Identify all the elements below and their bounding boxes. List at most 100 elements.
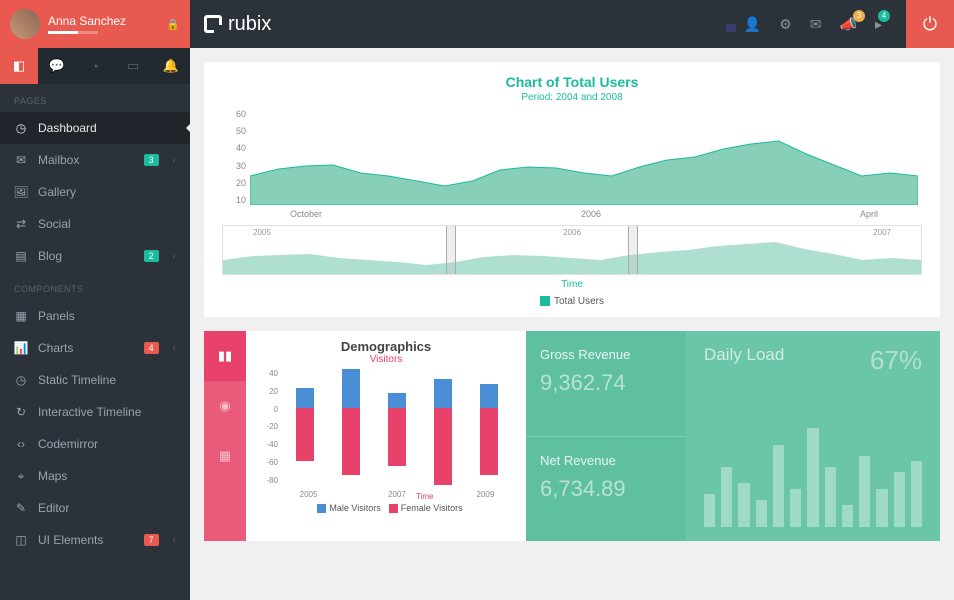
- sidebar-item-label: Charts: [38, 341, 73, 355]
- demo-x-axis: 200520072009: [282, 490, 512, 499]
- chevron-left-icon: ‹: [173, 343, 176, 354]
- dashboard-icon: ◷: [14, 121, 28, 135]
- user-icon[interactable]: 👤: [744, 16, 761, 33]
- sidebar-item-static-timeline[interactable]: ◷ Static Timeline: [0, 364, 190, 396]
- brand[interactable]: rubix: [204, 13, 271, 36]
- range-handle-left[interactable]: [446, 226, 456, 274]
- chevron-left-icon: ‹: [173, 155, 176, 166]
- sidebar-item-ui-elements[interactable]: ◫UI Elements7‹: [0, 524, 190, 556]
- rss-icon[interactable]: ▸4: [875, 16, 882, 33]
- pin-icon: ⌖: [14, 469, 28, 484]
- rev-label: Net Revenue: [540, 453, 672, 468]
- rev-label: Gross Revenue: [540, 347, 672, 362]
- sidebar: Anna Sanchez 🔒 ◧ 💬 ◔ ▭ 🔔 PAGES ◷ Dashboar…: [0, 0, 190, 600]
- sidebar-item-editor[interactable]: ✎ Editor: [0, 492, 190, 524]
- avatar[interactable]: [10, 9, 40, 39]
- sidebar-item-label: Interactive Timeline: [38, 405, 141, 419]
- rev-value: 9,362.74: [540, 370, 672, 396]
- area-chart[interactable]: 605040302010 October2006April: [222, 109, 922, 219]
- sidebar-item-label: Social: [38, 217, 71, 231]
- blog-icon: ▤: [14, 249, 28, 263]
- sidebar-item-charts[interactable]: 📊 Charts 4 ‹: [0, 332, 190, 364]
- sidebar-tab-archive-icon[interactable]: ▭: [114, 48, 152, 84]
- mini-labels: 200520062007: [223, 228, 921, 237]
- gallery-icon: 🖼: [14, 185, 28, 199]
- load-label: Daily Load: [704, 345, 784, 376]
- x-axis: October2006April: [250, 209, 918, 219]
- logo-icon: [204, 15, 222, 33]
- user-bar: Anna Sanchez 🔒: [0, 0, 190, 48]
- sidebar-item-codemirror[interactable]: ‹›Codemirror: [0, 428, 190, 460]
- clock-icon: ◷: [14, 373, 28, 387]
- sidebar-item-label: Mailbox: [38, 153, 79, 167]
- refresh-icon: ↻: [14, 405, 28, 419]
- user-progress: [48, 31, 98, 34]
- badge: 4: [144, 342, 159, 354]
- load-pct: 67%: [870, 345, 922, 376]
- main: rubix 👤 ⚙ ✉ 📣3 ▸4 ⏻ Chart of Total Users…: [190, 0, 954, 600]
- revenue-column: Gross Revenue 9,362.74 Net Revenue 6,734…: [526, 331, 686, 541]
- sidebar-item-panels[interactable]: ▦ Panels: [0, 300, 190, 332]
- announce-icon[interactable]: 📣3: [840, 16, 857, 33]
- chevron-left-icon: ‹: [173, 535, 176, 546]
- sidebar-item-gallery[interactable]: 🖼 Gallery: [0, 176, 190, 208]
- sidebar-tab-cube-icon[interactable]: ◧: [0, 48, 38, 84]
- bottom-row: ▮▮ ◉ ▦ Demographics Visitors 40200-20-40…: [204, 331, 940, 541]
- brand-text: rubix: [228, 13, 271, 36]
- sidebar-tab-bell-icon[interactable]: 🔔: [152, 48, 190, 84]
- chart-card: Chart of Total Users Period: 2004 and 20…: [204, 62, 940, 317]
- demo-subtitle: Visitors: [258, 354, 514, 365]
- sidebar-item-label: Gallery: [38, 185, 76, 199]
- panels-icon: ▦: [14, 309, 28, 323]
- daily-load[interactable]: Daily Load 67%: [686, 331, 940, 541]
- sidebar-item-mailbox[interactable]: ✉Mailbox3‹: [0, 144, 190, 176]
- gross-revenue[interactable]: Gross Revenue 9,362.74: [526, 331, 686, 436]
- y-axis: 605040302010: [222, 109, 246, 205]
- range-handle-right[interactable]: [628, 226, 638, 274]
- sidebar-item-label: Maps: [38, 469, 67, 483]
- power-button[interactable]: ⏻: [906, 0, 954, 48]
- share-icon: ⇄: [14, 217, 28, 231]
- user-name: Anna Sanchez: [48, 14, 158, 28]
- demo-xlabel: Time: [416, 492, 433, 501]
- topbar: rubix 👤 ⚙ ✉ 📣3 ▸4 ⏻: [190, 0, 954, 48]
- sidebar-tab-stats-icon[interactable]: ◔: [76, 48, 114, 84]
- rev-value: 6,734.89: [540, 476, 672, 502]
- sidebar-item-maps[interactable]: ⌖ Maps: [0, 460, 190, 492]
- demographics-card: Demographics Visitors 40200-20-40-60-80 …: [246, 331, 526, 541]
- sidebar-item-social[interactable]: ⇄ Social: [0, 208, 190, 240]
- sidebar-item-label: Dashboard: [38, 121, 97, 135]
- charts-icon: 📊: [14, 341, 28, 355]
- sidebar-item-blog[interactable]: ▤Blog2‹: [0, 240, 190, 272]
- sidebar-item-dashboard[interactable]: ◷ Dashboard: [0, 112, 190, 144]
- sidebar-item-label: Panels: [38, 309, 75, 323]
- mini-chart[interactable]: 200520062007: [222, 225, 922, 275]
- badge: 7: [144, 534, 159, 546]
- section-components: COMPONENTS: [0, 272, 190, 300]
- sidebar-item-label: Editor: [38, 501, 69, 515]
- badge: 2: [144, 250, 159, 262]
- sidebar-tabbar: ◧ 💬 ◔ ▭ 🔔: [0, 48, 190, 84]
- sidebar-item-label: Static Timeline: [38, 373, 116, 387]
- demo-tab-eye-icon[interactable]: ◉: [204, 381, 246, 431]
- badge: 3: [853, 10, 865, 22]
- demo-tab-calendar-icon[interactable]: ▦: [204, 431, 246, 481]
- sidebar-item-interactive-timeline[interactable]: ↻ Interactive Timeline: [0, 396, 190, 428]
- net-revenue[interactable]: Net Revenue 6,734.89: [526, 436, 686, 542]
- chart-subtitle: Period: 2004 and 2008: [222, 92, 922, 103]
- sidebar-item-label: Codemirror: [38, 437, 98, 451]
- section-pages: PAGES: [0, 84, 190, 112]
- axis-label: Time: [222, 279, 922, 290]
- sidebar-item-label: UI Elements: [38, 533, 103, 547]
- gear-icon[interactable]: ⚙: [779, 16, 792, 33]
- chart-legend: Total Users: [222, 296, 922, 307]
- demo-tab-bars-icon[interactable]: ▮▮: [204, 331, 246, 381]
- mail-icon[interactable]: ✉: [810, 16, 822, 33]
- demo-title: Demographics: [258, 339, 514, 354]
- sidebar-tab-chat-icon[interactable]: 💬: [38, 48, 76, 84]
- demographics-chart[interactable]: 40200-20-40-60-80 200520072009 Time: [258, 369, 514, 499]
- lock-icon[interactable]: 🔒: [166, 18, 180, 31]
- content: Chart of Total Users Period: 2004 and 20…: [190, 48, 954, 600]
- load-bars: [704, 417, 922, 527]
- edit-icon: ✎: [14, 501, 28, 515]
